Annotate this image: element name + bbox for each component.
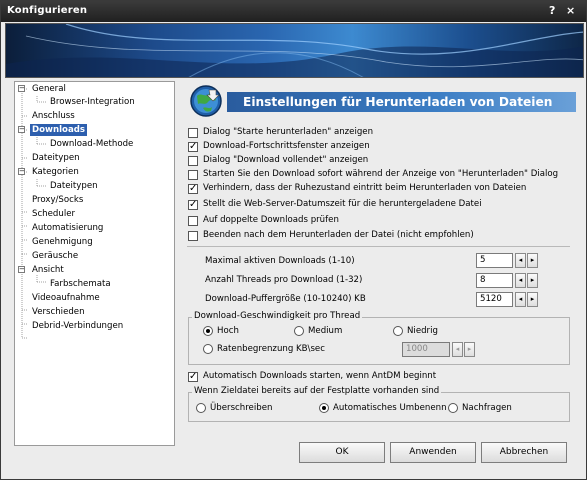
checkbox-prevent-sleep[interactable] xyxy=(188,182,198,195)
tree-collapse-icon[interactable]: − xyxy=(18,168,25,175)
rate-limit-input[interactable]: 1000 xyxy=(402,342,450,357)
checkbox-progress-window[interactable] xyxy=(188,140,198,153)
tree-item-downloads[interactable]: Downloads xyxy=(30,124,88,136)
window-title: Konfigurieren xyxy=(7,5,88,16)
tree-item-videoaufnahme[interactable]: Videoaufnahme xyxy=(32,292,100,304)
tree-item-ansicht[interactable]: Ansicht xyxy=(32,264,64,276)
speed-group xyxy=(188,317,570,365)
buffer-size-input[interactable]: 5120 xyxy=(476,292,513,307)
settings-tree[interactable]: − General Browser-Integration Anschluss … xyxy=(14,81,175,446)
page-header: Einstellungen für Herunterladen von Date… xyxy=(189,84,576,117)
spin-left-icon[interactable]: ◂ xyxy=(515,253,526,268)
close-button[interactable]: × xyxy=(566,4,575,17)
tree-item-download-methode[interactable]: Download-Methode xyxy=(50,138,133,150)
page-title: Einstellungen für Herunterladen von Date… xyxy=(243,95,553,109)
buffer-size-label: Download-Puffergröße (10-10240) KB xyxy=(205,294,366,304)
checkbox-label: Stellt die Web-Server-Datumszeit für die… xyxy=(203,199,482,209)
max-downloads-input[interactable]: 5 xyxy=(476,253,513,268)
help-button[interactable]: ? xyxy=(549,4,555,17)
checkbox-duplicates[interactable] xyxy=(188,216,198,226)
checkbox-label: Verhindern, dass der Ruhezustand eintrit… xyxy=(203,183,527,193)
tree-item-debrid-verbindungen[interactable]: Debrid-Verbindungen xyxy=(32,320,123,332)
cancel-button[interactable]: Abbrechen xyxy=(481,442,567,463)
tree-item-general[interactable]: General xyxy=(32,83,66,95)
tree-item-proxy-socks[interactable]: Proxy/Socks xyxy=(32,194,83,206)
checkbox-label: Auf doppelte Downloads prüfen xyxy=(203,215,339,225)
radio-hoch[interactable] xyxy=(203,326,213,336)
tree-item-scheduler[interactable]: Scheduler xyxy=(32,208,75,220)
radio-label: Automatisches Umbenenn xyxy=(333,403,447,413)
checkbox-complete-dialog[interactable] xyxy=(188,156,198,166)
radio-label: Überschreiben xyxy=(210,403,273,413)
radio-auto-rename[interactable] xyxy=(319,403,329,413)
tree-collapse-icon[interactable]: − xyxy=(18,266,25,273)
tree-item-kategorien-dateitypen[interactable]: Dateitypen xyxy=(50,180,98,192)
checkbox-label: Dialog "Starte herunterladen" anzeigen xyxy=(203,127,374,137)
checkbox-exit-after[interactable] xyxy=(188,231,198,241)
tree-item-kategorien[interactable]: Kategorien xyxy=(32,166,79,178)
spin-right-icon[interactable]: ▸ xyxy=(527,292,538,307)
header-banner xyxy=(5,23,584,78)
tree-item-geraeusche[interactable]: Geräusche xyxy=(32,250,78,262)
radio-label: Medium xyxy=(308,326,343,336)
radio-overwrite[interactable] xyxy=(196,403,206,413)
checkbox-label: Beenden nach dem Herunterladen der Datei… xyxy=(203,230,474,240)
spin-left-icon[interactable]: ◂ xyxy=(515,292,526,307)
tree-item-automatisierung[interactable]: Automatisierung xyxy=(32,222,103,234)
radio-label: Ratenbegrenzung KB\sec xyxy=(217,344,325,354)
globe-download-icon xyxy=(190,85,222,117)
spin-right-icon[interactable]: ▸ xyxy=(464,342,475,357)
file-exists-group-legend: Wenn Zieldatei bereits auf der Festplatt… xyxy=(192,386,442,396)
radio-ask[interactable] xyxy=(448,403,458,413)
separator xyxy=(187,246,570,247)
radio-label: Nachfragen xyxy=(462,403,512,413)
max-downloads-label: Maximal aktiven Downloads (1-10) xyxy=(205,256,355,266)
spin-left-icon[interactable]: ◂ xyxy=(452,342,463,357)
spin-left-icon[interactable]: ◂ xyxy=(515,273,526,288)
tree-item-farbschemata[interactable]: Farbschemata xyxy=(50,278,111,290)
threads-input[interactable]: 8 xyxy=(476,273,513,288)
tree-item-verschieden[interactable]: Verschieden xyxy=(32,306,85,318)
tree-item-genehmigung[interactable]: Genehmigung xyxy=(32,236,93,248)
downloads-settings-panel: Einstellungen für Herunterladen von Date… xyxy=(181,81,577,431)
tree-item-dateitypen[interactable]: Dateitypen xyxy=(32,152,80,164)
tree-item-browser-integration[interactable]: Browser-Integration xyxy=(50,96,135,108)
spin-right-icon[interactable]: ▸ xyxy=(527,253,538,268)
radio-rate-limit[interactable] xyxy=(203,344,213,354)
apply-button[interactable]: Anwenden xyxy=(390,442,476,463)
checkbox-label: Download-Fortschrittsfenster anzeigen xyxy=(203,141,370,151)
radio-medium[interactable] xyxy=(294,326,304,336)
settings-dialog: Konfigurieren ? × − General Browser-Inte… xyxy=(0,0,587,480)
tree-collapse-icon[interactable]: − xyxy=(18,85,25,92)
speed-group-legend: Download-Geschwindigkeit pro Thread xyxy=(192,311,363,321)
radio-label: Niedrig xyxy=(407,326,438,336)
tree-collapse-icon[interactable]: − xyxy=(18,126,25,133)
checkbox-server-datetime[interactable] xyxy=(188,198,198,211)
checkbox-auto-start[interactable] xyxy=(188,370,198,383)
checkbox-label: Dialog "Download vollendet" anzeigen xyxy=(203,155,369,165)
checkbox-start-dialog[interactable] xyxy=(188,128,198,138)
title-bar: Konfigurieren ? × xyxy=(1,1,586,22)
threads-label: Anzahl Threads pro Download (1-32) xyxy=(205,275,363,285)
checkbox-start-immediately[interactable] xyxy=(188,170,198,180)
checkbox-label: Starten Sie den Download sofort während … xyxy=(203,169,559,179)
ok-button[interactable]: OK xyxy=(299,442,385,463)
checkbox-label: Automatisch Downloads starten, wenn AntD… xyxy=(203,371,437,381)
radio-niedrig[interactable] xyxy=(393,326,403,336)
tree-item-anschluss[interactable]: Anschluss xyxy=(32,110,75,122)
radio-label: Hoch xyxy=(217,326,239,336)
spin-right-icon[interactable]: ▸ xyxy=(527,273,538,288)
